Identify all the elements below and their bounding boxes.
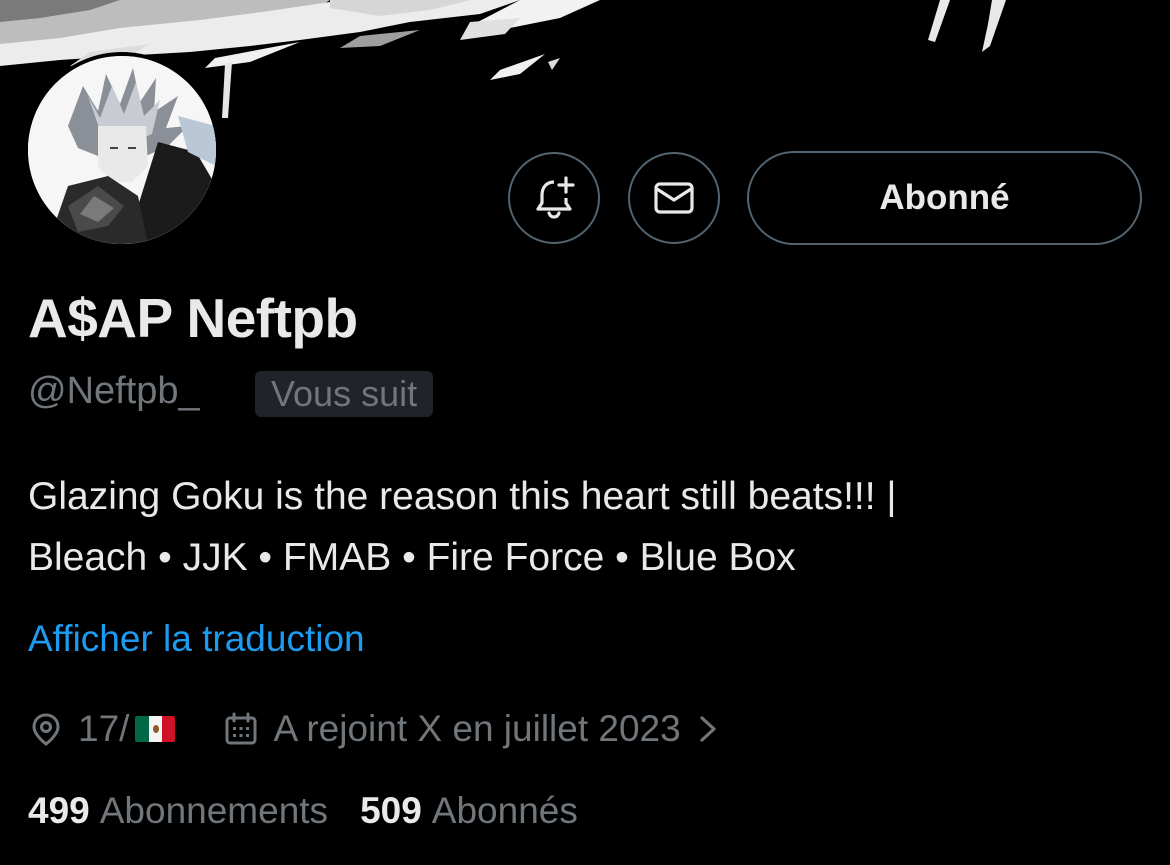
mexico-flag-icon [135, 716, 176, 742]
location-pin-icon [32, 713, 60, 746]
bio-line: Bleach • JJK • FMAB • Fire Force • Blue … [28, 536, 796, 579]
profile-bio: Glazing Goku is the reason this heart st… [28, 466, 1148, 588]
following-label: Abonnements [99, 790, 329, 831]
join-date-text: A rejoint X en juillet 2023 [273, 708, 681, 749]
chevron-right-icon [700, 716, 716, 742]
location: 17/ [28, 708, 176, 750]
following-count: 499 [28, 790, 90, 831]
follows-you-badge: Vous suit [255, 371, 434, 417]
message-button[interactable] [628, 152, 720, 244]
bio-line: Glazing Goku is the reason this heart st… [28, 475, 897, 518]
display-name: A$AP Neftpb [28, 287, 358, 349]
profile-avatar[interactable] [24, 52, 220, 248]
followers-label: Abonnés [431, 790, 578, 831]
envelope-icon [654, 182, 694, 214]
profile-meta: 17/ A rejoint X en juillet 2023 [28, 702, 723, 756]
notify-button[interactable] [508, 152, 600, 244]
following-button[interactable]: Abonné [747, 151, 1142, 245]
join-date[interactable]: A rejoint X en juillet 2023 [223, 708, 722, 750]
user-handle: @Neftpb_ [28, 370, 200, 412]
location-text: 17/ [78, 708, 130, 749]
follow-stats: 499 Abonnements 509 Abonnés [28, 790, 578, 832]
calendar-icon [225, 712, 257, 745]
following-stat[interactable]: 499 Abonnements [28, 790, 328, 832]
show-translation-link[interactable]: Afficher la traduction [28, 618, 365, 660]
followers-stat[interactable]: 509 Abonnés [360, 790, 578, 832]
bell-plus-icon [536, 176, 575, 219]
followers-count: 509 [360, 790, 422, 831]
avatar-image [28, 56, 216, 244]
